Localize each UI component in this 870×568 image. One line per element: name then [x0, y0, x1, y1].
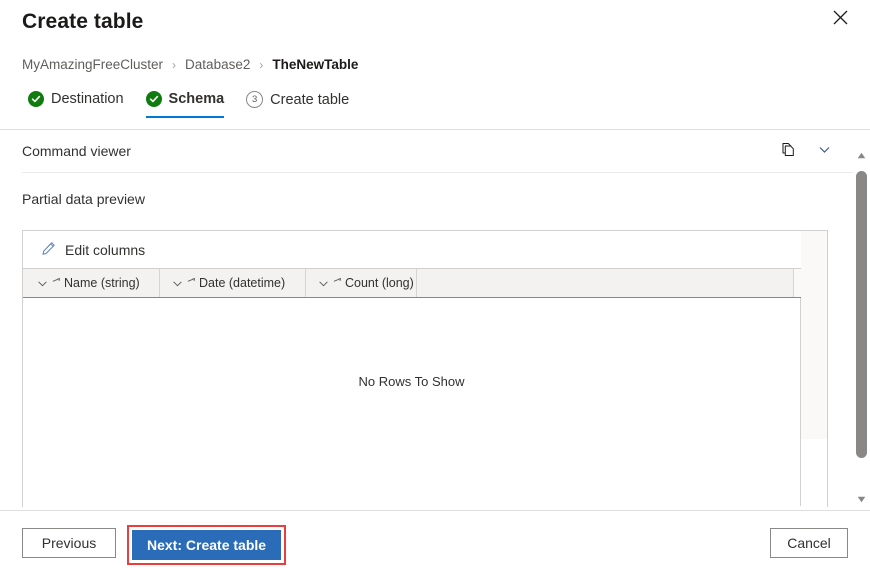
chevron-down-icon — [817, 142, 832, 160]
dialog-footer: Previous Next: Create table Cancel — [0, 511, 870, 568]
tab-destination-label: Destination — [51, 91, 124, 107]
scroll-down-arrow-icon — [857, 490, 866, 508]
scroll-down-button[interactable] — [853, 490, 870, 507]
check-circle-icon — [145, 91, 162, 107]
data-preview-grid: Edit columns Name (string) Date (datetim… — [22, 230, 828, 507]
expand-command-viewer-button[interactable] — [814, 141, 834, 161]
breadcrumb-item-cluster[interactable]: MyAmazingFreeCluster — [22, 57, 163, 72]
step-number-badge: 3 — [246, 91, 264, 108]
grid-body-gutter — [801, 231, 827, 439]
copy-button[interactable] — [778, 141, 798, 161]
edit-columns-label: Edit columns — [65, 241, 146, 258]
column-header-date[interactable]: Date (datetime) — [160, 269, 306, 297]
breadcrumb-item-database[interactable]: Database2 — [185, 57, 250, 72]
breadcrumb-separator: › — [259, 57, 264, 72]
scroll-up-button[interactable] — [853, 146, 870, 163]
tab-schema-label: Schema — [168, 91, 225, 107]
grid-body: No Rows To Show — [23, 298, 801, 506]
cancel-button[interactable]: Cancel — [770, 528, 848, 558]
string-type-icon — [52, 277, 62, 290]
tab-schema[interactable]: Schema — [138, 91, 239, 118]
grid-toolbar: Edit columns — [23, 231, 827, 269]
tab-create-table[interactable]: 3 Create table — [238, 91, 363, 119]
wizard-steps: Destination Schema 3 Create table — [20, 91, 363, 119]
column-header-count[interactable]: Count (long) — [306, 269, 417, 297]
breadcrumb: MyAmazingFreeCluster › Database2 › TheNe… — [22, 57, 358, 72]
close-icon — [833, 10, 848, 25]
next-create-table-button[interactable]: Next: Create table — [132, 530, 282, 560]
column-header-name[interactable]: Name (string) — [23, 269, 160, 297]
breadcrumb-separator: › — [172, 57, 177, 72]
grid-header-row: Name (string) Date (datetime) Count (lon… — [23, 269, 827, 298]
scrollbar-track[interactable] — [853, 163, 870, 490]
command-viewer-actions — [778, 141, 834, 161]
pencil-icon — [41, 241, 56, 259]
column-header-date-label: Date (datetime) — [199, 276, 286, 290]
page-title: Create table — [22, 10, 144, 33]
command-viewer-divider — [22, 172, 870, 173]
chevron-down-icon — [171, 277, 184, 290]
chevron-down-icon — [317, 277, 330, 290]
copy-icon — [780, 142, 796, 161]
string-type-icon — [333, 277, 343, 290]
chevron-down-icon — [36, 277, 49, 290]
column-header-count-label: Count (long) — [345, 276, 414, 290]
command-viewer-bar: Command viewer — [0, 130, 870, 172]
partial-data-preview-label: Partial data preview — [22, 191, 145, 207]
close-button[interactable] — [820, 0, 860, 34]
command-viewer-label: Command viewer — [22, 143, 131, 159]
grid-header-spacer — [417, 269, 794, 297]
next-button-highlight: Next: Create table — [127, 525, 287, 565]
check-circle-icon — [28, 91, 44, 107]
column-header-name-label: Name (string) — [64, 276, 140, 290]
tab-create-table-label: Create table — [270, 91, 350, 108]
breadcrumb-item-table: TheNewTable — [272, 57, 359, 72]
empty-state-message: No Rows To Show — [358, 374, 465, 389]
edit-columns-button[interactable]: Edit columns — [39, 239, 147, 261]
string-type-icon — [187, 277, 197, 290]
previous-button[interactable]: Previous — [22, 528, 116, 558]
tab-destination[interactable]: Destination — [20, 91, 138, 118]
scroll-up-arrow-icon — [857, 146, 866, 164]
scrollbar-thumb[interactable] — [856, 171, 867, 458]
page-scrollbar[interactable] — [853, 146, 870, 507]
